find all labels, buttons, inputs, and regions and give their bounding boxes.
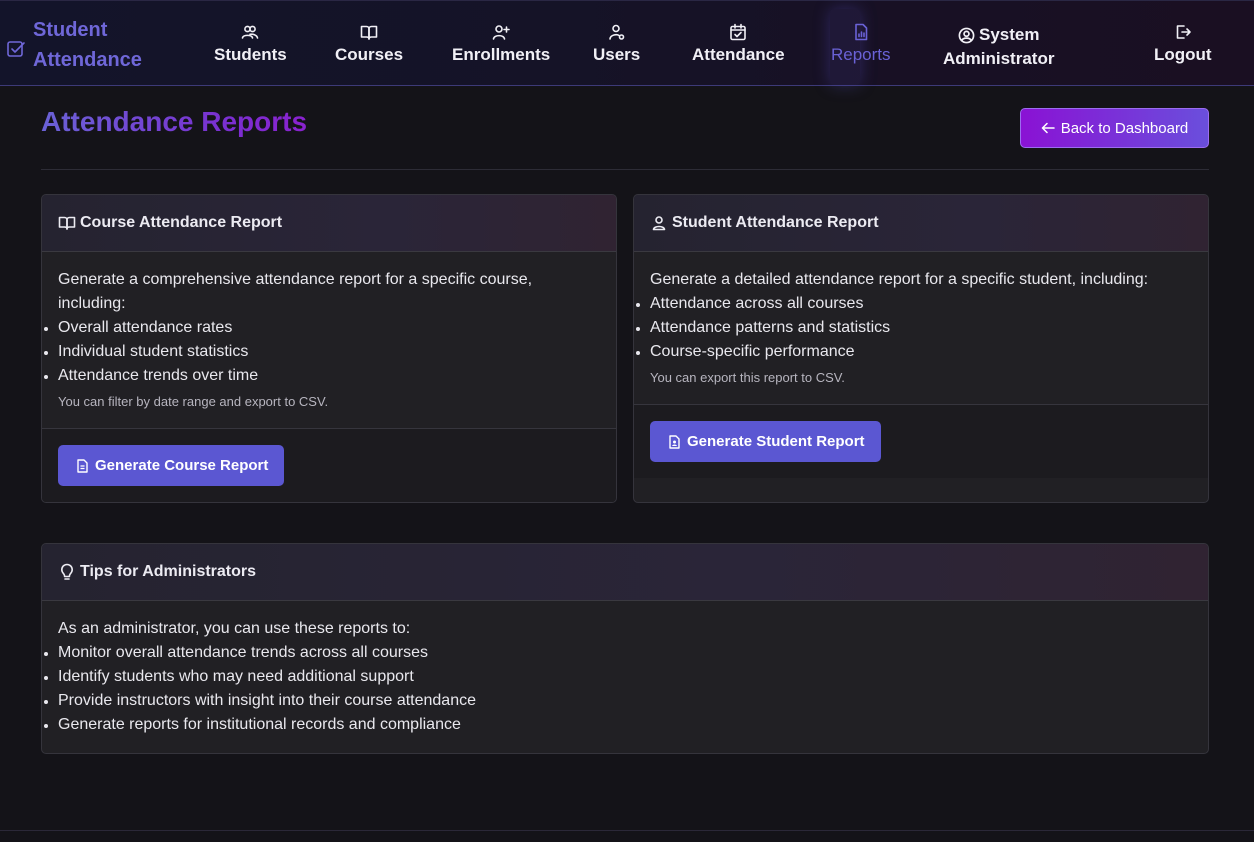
file-report-icon (77, 458, 88, 473)
tips-card-body: As an administrator, you can use these r… (42, 601, 1208, 737)
tips-card: Tips for Administrators As an administra… (41, 543, 1209, 754)
nav-item-logout[interactable]: Logout (1154, 23, 1212, 65)
list-item: Attendance patterns and statistics (636, 316, 1192, 340)
nav-item-attendance[interactable]: Attendance (692, 23, 785, 65)
list-item: Attendance across all courses (636, 292, 1192, 316)
course-report-card: Course Attendance Report Generate a comp… (41, 194, 617, 503)
page-title: Attendance Reports (41, 106, 308, 137)
course-card-intro: Generate a comprehensive attendance repo… (58, 271, 533, 312)
nav-label-attendance: Attendance (692, 45, 785, 64)
student-card-header: Student Attendance Report (634, 195, 1208, 252)
header-divider (41, 169, 1209, 170)
tips-card-intro: As an administrator, you can use these r… (58, 620, 411, 637)
user-gear-icon (608, 24, 624, 40)
course-card-note: You can filter by date range and export … (58, 394, 329, 409)
nav-label-users: Users (593, 45, 641, 64)
nav-item-courses[interactable]: Courses (335, 23, 403, 65)
generate-course-report-label: Generate Course Report (95, 457, 269, 474)
list-item: Course-specific performance (636, 340, 1192, 364)
student-report-card: Student Attendance Report Generate a det… (633, 194, 1209, 503)
nav-label-logout: Logout (1154, 45, 1212, 64)
generate-student-report-label: Generate Student Report (687, 433, 865, 450)
book-open-icon (360, 25, 378, 40)
tips-card-header: Tips for Administrators (42, 544, 1208, 601)
file-report-icon (669, 434, 680, 449)
student-card-body: Generate a detailed attendance report fo… (634, 252, 1208, 388)
nav-user-menu[interactable]: System Administrator (943, 23, 1054, 71)
users-icon (242, 25, 259, 39)
brand[interactable]: Student Attendance (6, 15, 142, 75)
book-open-icon (58, 216, 76, 230)
brand-line-1: Student (33, 19, 108, 41)
nav-label-courses: Courses (335, 45, 404, 64)
nav-label-students: Students (214, 45, 287, 64)
brand-name: Student Attendance (33, 15, 142, 75)
nav-user-line-2: Administrator (943, 49, 1055, 68)
list-item: Attendance trends over time (44, 364, 600, 388)
course-card-list: Overall attendance rates Individual stud… (44, 316, 600, 388)
brand-line-2: Attendance (33, 49, 142, 71)
logout-icon (1176, 25, 1191, 39)
list-item: Monitor overall attendance trends across… (44, 641, 1192, 665)
list-item: Provide instructors with insight into th… (44, 689, 1192, 713)
nav-item-enrollments[interactable]: Enrollments (452, 23, 550, 65)
bar-chart-icon (854, 23, 868, 41)
top-navbar: Student Attendance Students Courses Enro… (0, 0, 1254, 86)
course-card-body: Generate a comprehensive attendance repo… (42, 252, 616, 412)
back-button-label: Back to Dashboard (1060, 119, 1189, 137)
user-plus-icon (492, 25, 510, 40)
user-circle-icon (958, 27, 975, 43)
student-card-footer: Generate Student Report (634, 404, 1208, 478)
arrow-left-icon (1041, 122, 1055, 134)
course-card-footer: Generate Course Report (42, 428, 616, 502)
list-item: Identify students who may need additiona… (44, 665, 1192, 689)
calendar-check-icon (730, 23, 747, 41)
list-item: Individual student statistics (44, 340, 600, 364)
tips-card-list: Monitor overall attendance trends across… (44, 641, 1192, 737)
nav-label-reports: Reports (831, 45, 891, 64)
user-icon (652, 216, 666, 231)
student-card-list: Attendance across all courses Attendance… (636, 292, 1192, 364)
nav-item-reports[interactable]: Reports (831, 23, 891, 65)
tips-card-title: Tips for Administrators (80, 563, 257, 580)
list-item: Overall attendance rates (44, 316, 600, 340)
course-card-title: Course Attendance Report (80, 214, 283, 231)
back-to-dashboard-button[interactable]: Back to Dashboard (1020, 108, 1209, 148)
generate-student-report-button[interactable]: Generate Student Report (650, 421, 881, 462)
student-card-intro: Generate a detailed attendance report fo… (650, 271, 1149, 288)
nav-item-users[interactable]: Users (593, 23, 640, 65)
footer-divider (0, 830, 1254, 831)
generate-course-report-button[interactable]: Generate Course Report (58, 445, 285, 486)
nav-user-line-1: System (978, 25, 1040, 44)
student-card-title: Student Attendance Report (672, 214, 879, 231)
lightbulb-icon (61, 563, 73, 580)
nav-item-students[interactable]: Students (214, 23, 287, 65)
course-card-header: Course Attendance Report (42, 195, 616, 252)
list-item: Generate reports for institutional recor… (44, 713, 1192, 737)
student-card-note: You can export this report to CSV. (650, 370, 845, 385)
nav-label-enrollments: Enrollments (452, 45, 551, 64)
check-square-icon (7, 41, 25, 57)
